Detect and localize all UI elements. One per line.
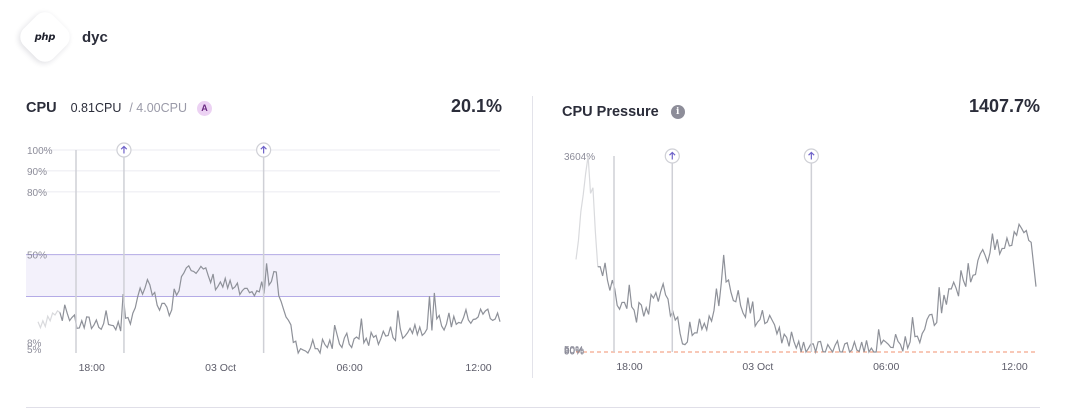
cpu-title: CPU — [26, 100, 57, 116]
cpu-limit: / 4.00CPU — [129, 101, 188, 115]
series-line — [597, 222, 1037, 355]
y-tick-label: 5% — [27, 345, 42, 356]
y-tick-label: 50% — [564, 345, 584, 356]
bottom-rule — [26, 407, 1040, 408]
x-tick-label: 06:00 — [336, 362, 362, 374]
panel-divider — [532, 96, 533, 378]
cpu-used: 0.81CPU — [70, 101, 122, 115]
y-tick-label: 80% — [27, 188, 47, 199]
x-tick-label: 12:00 — [1001, 361, 1027, 373]
cpu-pressure-title: CPU Pressure — [562, 104, 659, 120]
php-logo-text: php — [34, 31, 56, 43]
app-header: php dyc — [15, 7, 108, 67]
app-name[interactable]: dyc — [82, 29, 108, 46]
php-logo: php — [15, 7, 75, 67]
series-line-faded — [37, 310, 61, 330]
cpu-pressure-chart[interactable]: 3604%90%80%50%18:00 03 Oct 06:00 12:00 — [562, 136, 1040, 376]
autoscale-badge[interactable]: A — [197, 100, 213, 116]
y-tick-label: 100% — [27, 146, 53, 157]
info-icon[interactable]: i — [670, 105, 685, 119]
cpu-header: CPU 0.81CPU / 4.00CPU A — [26, 92, 502, 124]
x-tick-label: 03 Oct — [742, 361, 773, 373]
cpu-chart[interactable]: 100%90%80%50%8%5%18:00 03 Oct 06:00 12:00 — [26, 136, 502, 376]
x-tick-label: 06:00 — [873, 361, 899, 373]
x-tick-label: 12:00 — [465, 362, 491, 374]
cpu-pressure-value: 1407.7% — [968, 96, 1040, 116]
x-tick-label: 03 Oct — [205, 362, 236, 374]
cpu-value: 20.1% — [450, 96, 502, 116]
series-line-faded — [575, 155, 599, 267]
y-tick-label: 50% — [27, 251, 47, 262]
y-tick-label: 3604% — [564, 152, 595, 163]
cpu-pressure-panel: CPU Pressure i 1407.7% 3604% 90% 80% 50% 18:… — [562, 92, 1040, 382]
x-tick-label: 18:00 — [616, 361, 642, 373]
y-tick-label: 90% — [27, 167, 47, 178]
x-tick-label: 18:00 — [79, 362, 105, 374]
cpu-panel: CPU 0.81CPU / 4.00CPU A 20.1% 100% 90% 80%… — [26, 92, 502, 382]
